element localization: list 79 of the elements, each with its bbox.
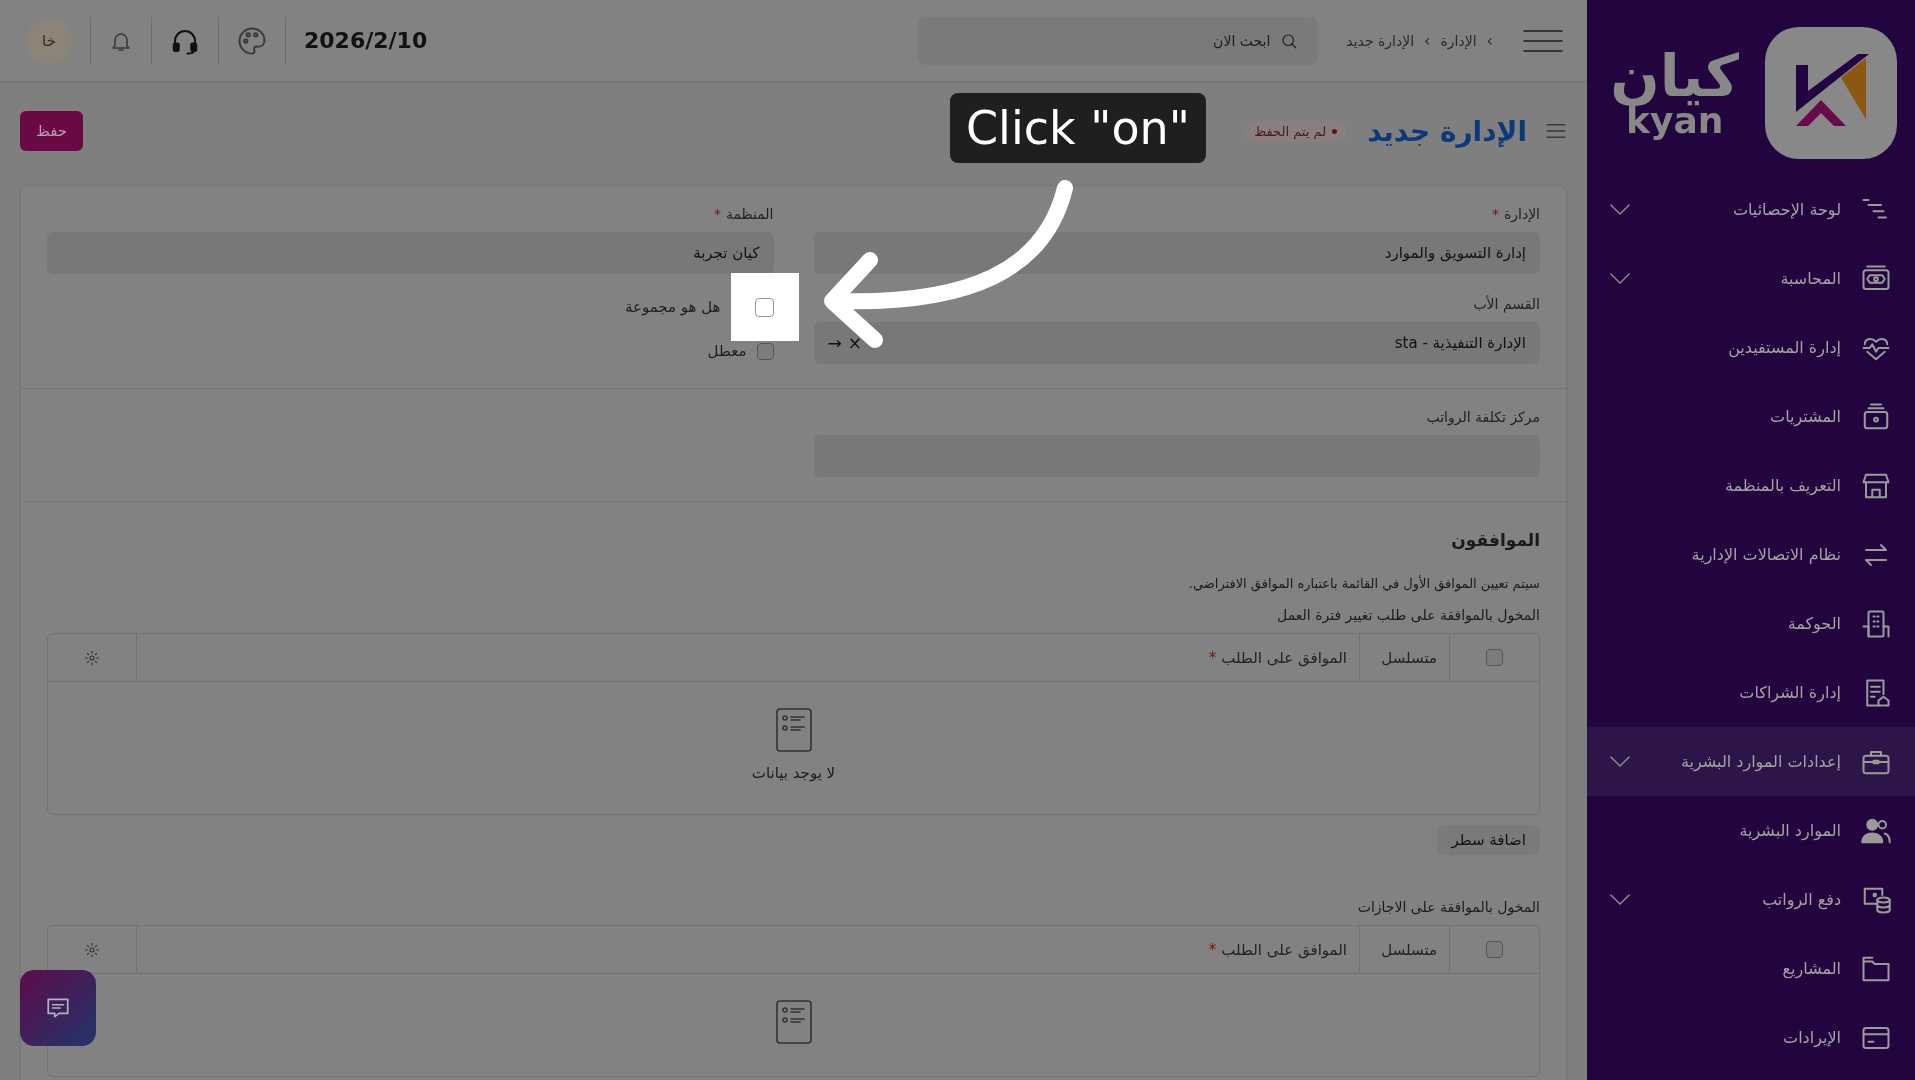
breadcrumb-separator: › [1486, 31, 1493, 50]
table-label: المخول بالموافقة على الاجازات [1356, 899, 1540, 915]
required-mark: * [713, 206, 721, 222]
sidebar-item[interactable]: نظام الاتصالات الإدارية [1587, 520, 1915, 589]
section-title: الموافقون [1450, 530, 1540, 550]
sidebar-item[interactable]: التعريف بالمنظمة [1587, 451, 1915, 520]
settings-icon [84, 941, 100, 958]
column-header: الموافق على الطلب * [136, 634, 1359, 681]
sidebar-item-label: المشاريع [1781, 959, 1841, 978]
column-header: متسلسل [1359, 634, 1449, 681]
field-label: الإدارة * [1490, 206, 1540, 222]
menu-icon [1523, 28, 1563, 53]
search-field[interactable]: ابحث الان [918, 16, 1319, 65]
settings-icon [84, 649, 100, 666]
user-avatar[interactable]: خا [26, 17, 72, 64]
status-badge: لم يتم الحفظ [1244, 120, 1348, 142]
sidebar-item[interactable]: دفع الرواتب [1587, 865, 1915, 934]
sidebar-item-label: المشتريات [1769, 407, 1841, 426]
sidebar-item[interactable]: الموارد البشرية [1587, 796, 1915, 865]
breadcrumb-separator: › [1424, 31, 1431, 50]
date-text: 2026/2/10 [304, 28, 428, 53]
input-field[interactable]: الإدارة التنفيذية - sta × → [813, 322, 1540, 364]
open-link-button[interactable]: → [827, 333, 842, 353]
required-mark: * [1491, 206, 1499, 222]
sidebar-item-label: الإيرادات [1782, 1028, 1841, 1047]
sidebar-item-label: التعريف بالمنظمة [1723, 476, 1841, 495]
sidebar-item-label: لوحة الإحصائيات [1731, 200, 1841, 219]
sidebar-item-label: إعدادات الموارد البشرية [1679, 752, 1841, 771]
empty-state-text: لا يوجد بيانات [751, 764, 836, 782]
menu-icon [1545, 123, 1567, 139]
column-header: الموافق على الطلب * [136, 926, 1359, 973]
empty-list-icon [775, 1000, 812, 1044]
page-title: الإدارة جديد [1367, 114, 1527, 148]
clear-button[interactable]: × [847, 333, 862, 353]
field-label: مركز تكلفة الرواتب [1425, 409, 1540, 425]
sidebar-item-label: المحاسبة [1779, 269, 1841, 288]
sidebar-item[interactable]: الإيرادات [1587, 1003, 1915, 1072]
required-mark: * [1208, 648, 1217, 667]
sidebar-item-label: الموارد البشرية [1738, 821, 1841, 840]
sidebar-item[interactable]: إعدادات الموارد البشرية [1587, 727, 1915, 796]
search-icon [1280, 31, 1299, 50]
table-label: المخول بالموافقة على طلب تغيير فترة العمل [1276, 607, 1540, 623]
breadcrumb-link[interactable]: الإدارة جديد [1346, 32, 1415, 49]
tooltip: Click "on" [950, 93, 1206, 163]
chat-icon [45, 995, 71, 1021]
sidebar-item[interactable]: لوحة الإحصائيات [1587, 175, 1915, 244]
column-header: متسلسل [1359, 926, 1449, 973]
kyan-logo-icon [1765, 27, 1897, 159]
field-label: القسم الأب [1472, 296, 1540, 312]
sidebar-item-label: الحوكمة [1786, 614, 1841, 633]
checkbox-label: معطل [707, 342, 747, 360]
checkbox[interactable] [756, 342, 774, 360]
input-field[interactable]: كيان تجربة [47, 232, 774, 274]
checkbox[interactable] [1486, 649, 1503, 666]
sidebar-item[interactable]: إدارة المستفيدين [1587, 313, 1915, 382]
add-row-button[interactable]: اضافة سطر [1437, 825, 1540, 855]
chat-button[interactable] [20, 970, 96, 1046]
field-label: المنظمة * [712, 206, 774, 222]
sidebar-item[interactable]: المشاريع [1587, 934, 1915, 1003]
help-text: سيتم تعيين الموافق الأول في القائمة باعتباره الموافق الافتراضي. [1187, 576, 1540, 591]
sidebar-item-label: دفع الرواتب [1761, 890, 1841, 909]
sidebar-item[interactable]: المشتريات [1587, 382, 1915, 451]
required-mark: * [1208, 940, 1217, 959]
sidebar-item[interactable]: المحاسبة [1587, 244, 1915, 313]
sidebar-item-label: نظام الاتصالات الإدارية [1690, 545, 1841, 564]
empty-list-icon [775, 708, 812, 752]
palette-icon [237, 25, 267, 56]
breadcrumb-link[interactable]: الإدارة [1440, 32, 1477, 49]
input-field[interactable]: إدارة التسويق والموارد [813, 232, 1540, 274]
sidebar-item-label: إدارة المستفيدين [1727, 338, 1841, 357]
box-icon [1861, 401, 1891, 432]
building-icon [1861, 608, 1891, 639]
sidebar-item[interactable]: الحوكمة [1587, 589, 1915, 658]
checkbox[interactable] [755, 297, 774, 317]
sidebar-item-label: إدارة الشراكات [1738, 683, 1841, 702]
sidebar-item[interactable]: إدارة الشراكات [1587, 658, 1915, 727]
save-button[interactable]: حفظ [20, 111, 83, 151]
checkbox[interactable] [1486, 941, 1503, 958]
checkbox-label: هل هو مجموعة [624, 298, 721, 316]
